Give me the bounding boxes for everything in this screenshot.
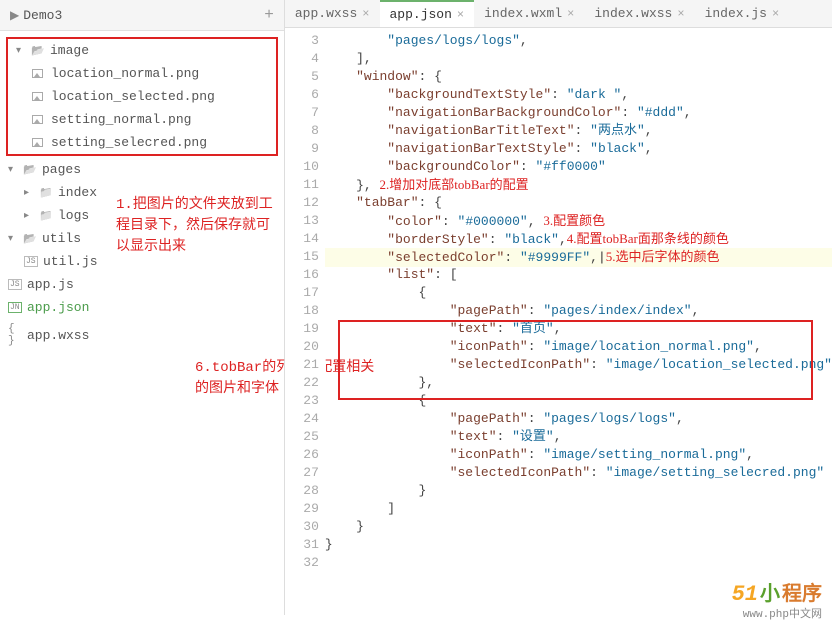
chevron-down-icon: ▾ [8, 233, 18, 245]
chevron-right-icon: ▸ [24, 210, 34, 222]
image-icon [32, 115, 46, 124]
folder-image[interactable]: ▾ image [8, 39, 276, 62]
tree-arrow-icon[interactable]: ▶ [10, 8, 19, 23]
file-appwxss[interactable]: { }app.wxss [0, 319, 284, 351]
image-icon [32, 138, 46, 147]
file-item[interactable]: setting_selecred.png [8, 131, 276, 154]
annotation-1: 1.把图片的文件夹放到工程目录下，然后保存就可以显示出来 [116, 195, 276, 258]
folder-open-icon [23, 162, 37, 177]
tab-indexjs[interactable]: index.js× [695, 0, 790, 27]
line-gutter: 3456789101112131415161718192021222324252… [285, 28, 325, 615]
project-header: ▶ Demo3 + [0, 0, 284, 31]
close-icon[interactable]: × [772, 7, 779, 21]
image-icon [32, 92, 46, 101]
tab-appwxss[interactable]: app.wxss× [285, 0, 380, 27]
code-editor[interactable]: 3456789101112131415161718192021222324252… [285, 28, 832, 615]
file-appjs[interactable]: JSapp.js [0, 273, 284, 296]
close-icon[interactable]: × [677, 7, 684, 21]
editor-tabs: app.wxss× app.json× index.wxml× index.wx… [285, 0, 832, 28]
file-item[interactable]: location_normal.png [8, 62, 276, 85]
add-file-icon[interactable]: + [264, 6, 274, 24]
wxss-icon: { } [8, 323, 22, 347]
json-icon: JN [8, 302, 22, 313]
folder-pages[interactable]: ▾pages [0, 158, 284, 181]
folder-open-icon [23, 231, 37, 246]
folder-icon [39, 208, 53, 223]
close-icon[interactable]: × [567, 7, 574, 21]
file-item[interactable]: location_selected.png [8, 85, 276, 108]
code-content[interactable]: "pages/logs/logs", ], "window": { "backg… [325, 28, 832, 615]
project-name: Demo3 [23, 8, 62, 23]
tab-appjson[interactable]: app.json× [380, 0, 475, 27]
js-icon: JS [8, 279, 22, 290]
folder-icon [39, 185, 53, 200]
chevron-down-icon: ▾ [16, 45, 26, 57]
file-tree: ▾ image location_normal.png location_sel… [0, 31, 284, 355]
chevron-right-icon: ▸ [24, 187, 34, 199]
image-icon [32, 69, 46, 78]
close-icon[interactable]: × [457, 8, 464, 22]
js-icon: JS [24, 256, 38, 267]
tab-indexwxml[interactable]: index.wxml× [474, 0, 584, 27]
folder-open-icon [31, 43, 45, 58]
file-explorer: ▶ Demo3 + ▾ image location_normal.png lo… [0, 0, 285, 615]
close-icon[interactable]: × [362, 7, 369, 21]
folder-label: image [50, 43, 89, 58]
chevron-down-icon: ▾ [8, 164, 18, 176]
file-appjson[interactable]: JNapp.json [0, 296, 284, 319]
editor-pane: app.wxss× app.json× index.wxml× index.wx… [285, 0, 832, 615]
watermark-sub: www.php中文网 [743, 605, 822, 621]
file-item[interactable]: setting_normal.png [8, 108, 276, 131]
image-folder-highlight: ▾ image location_normal.png location_sel… [6, 37, 278, 156]
tab-indexwxss[interactable]: index.wxss× [584, 0, 694, 27]
